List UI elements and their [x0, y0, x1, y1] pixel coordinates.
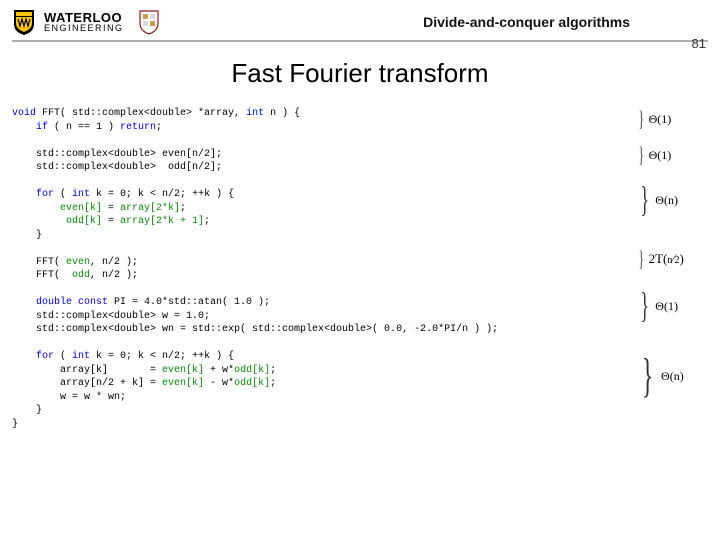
code-block: void FFT( std::complex<double> *array, i…: [12, 107, 636, 431]
header-underline: [12, 40, 708, 42]
crest-icon: [138, 9, 160, 35]
recurrence-term: 2T(n⁄2): [649, 251, 684, 267]
annotation-1: } Θ(1): [636, 105, 671, 133]
slide-title: Fast Fourier transform: [0, 58, 720, 89]
brace-icon: }: [642, 362, 654, 391]
content-area: void FFT( std::complex<double> *array, i…: [0, 107, 720, 431]
logo-bottom-text: ENGINEERING: [44, 24, 124, 33]
waterloo-shield-icon: [12, 8, 36, 36]
topic-label: Divide-and-conquer algorithms: [423, 14, 630, 30]
brace-icon: }: [639, 252, 644, 265]
annotation-3: } Θ(n): [636, 175, 678, 225]
annotation-2: } Θ(1): [636, 141, 671, 169]
brace-icon: }: [640, 189, 649, 211]
logo-area: WATERLOO ENGINEERING: [12, 8, 160, 36]
complexity-annotations: } Θ(1) } Θ(1) } Θ(n) } 2T(n⁄2) } Θ(1) } …: [636, 107, 708, 431]
slide-number: 81: [692, 36, 706, 51]
brace-icon: }: [639, 148, 644, 161]
annotation-4: } 2T(n⁄2): [636, 245, 684, 273]
logo-text: WATERLOO ENGINEERING: [44, 11, 124, 33]
annotation-5: } Θ(1): [636, 285, 678, 327]
annotation-6: } Θ(n): [636, 343, 684, 409]
brace-icon: }: [639, 112, 644, 125]
slide-header: WATERLOO ENGINEERING Divide-and-conquer …: [0, 0, 720, 38]
brace-icon: }: [640, 295, 649, 317]
